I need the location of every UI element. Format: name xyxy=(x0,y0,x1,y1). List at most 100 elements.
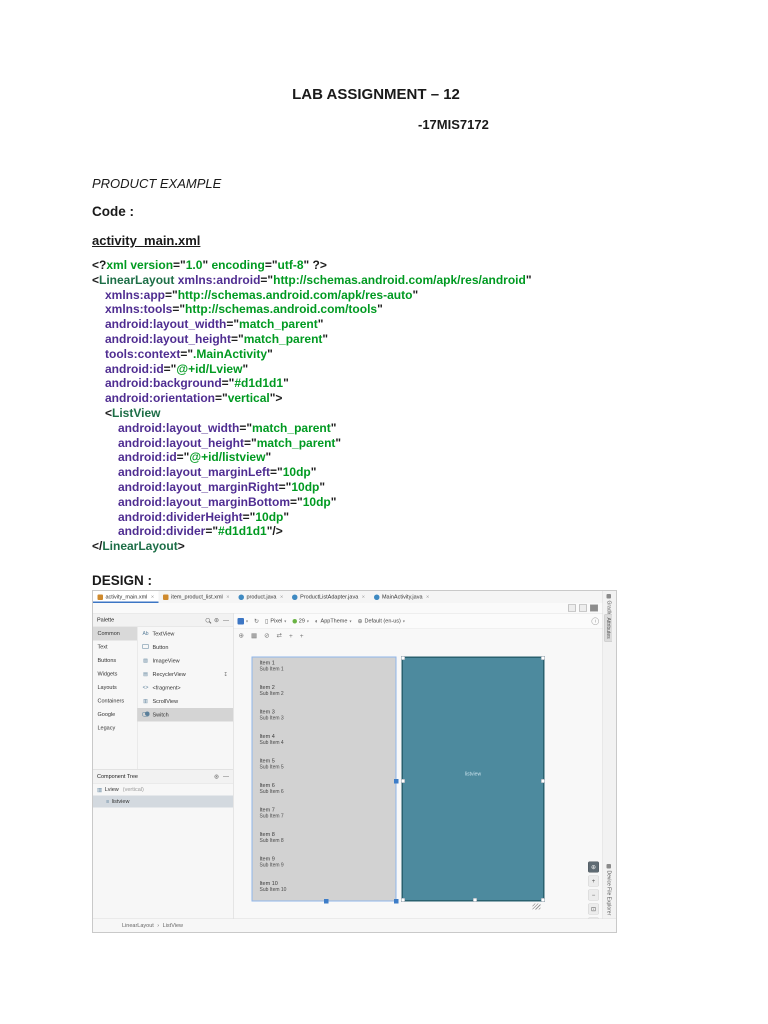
gear-icon[interactable]: ⊛ xyxy=(214,773,219,780)
palette-category-common[interactable]: Common xyxy=(93,627,137,641)
code-token: #d1d1d1 xyxy=(218,524,267,539)
close-tab-icon[interactable]: × xyxy=(426,594,429,600)
canvas-toolbar: ⊕ ▦ ⊘ ⇄ + + xyxy=(234,629,604,642)
locale-selector[interactable]: ⊕ Default (en-us) ▾ xyxy=(357,618,404,625)
autoconnect-off-icon[interactable]: ⊘ xyxy=(264,632,269,640)
close-tab-icon[interactable]: × xyxy=(362,594,365,600)
editor-tab[interactable]: MainActivity.java × xyxy=(369,591,433,603)
palette-items: Ab TextView Button ▨ ImageView ▤ RecyclerView ↧… xyxy=(137,627,234,769)
resize-handle[interactable] xyxy=(541,779,545,783)
default-margins-icon[interactable]: ⇄ xyxy=(277,632,282,640)
palette-item[interactable]: ▨ ImageView xyxy=(138,654,234,668)
code-line: </LinearLayout> xyxy=(92,539,532,554)
surface-resize-gripper[interactable] xyxy=(532,903,541,910)
list-item-title: Item 10 xyxy=(259,880,278,887)
list-item-preview: Item 3 Sub Item 3 xyxy=(253,707,396,732)
zoom-to-fit-icon[interactable]: ⊕ xyxy=(588,861,599,873)
component-tree-header: Component Tree ⊛ — xyxy=(93,770,233,784)
info-icon[interactable]: i xyxy=(591,617,599,625)
orientation-button[interactable]: ↻ xyxy=(254,618,259,625)
tool-window-attributes[interactable]: Attributes xyxy=(604,614,612,643)
design-view-preview[interactable]: Item 1 Sub Item 1 Item 2 Sub Item 2 Item 3 Su… xyxy=(251,656,399,904)
palette-category-widgets[interactable]: Widgets xyxy=(93,668,137,682)
design-surface-selector[interactable]: ▾ xyxy=(237,617,248,625)
minimize-icon[interactable]: — xyxy=(223,617,229,624)
tab-label: ProductListAdapter.java xyxy=(300,594,359,600)
download-icon: ↧ xyxy=(223,671,228,678)
palette-item[interactable]: ▤ RecyclerView ↧ xyxy=(138,668,234,682)
resize-handle[interactable] xyxy=(394,899,399,904)
gear-icon[interactable]: ⊛ xyxy=(214,617,219,624)
zoom-out-icon[interactable]: − xyxy=(588,889,599,901)
palette-category-buttons[interactable]: Buttons xyxy=(93,654,137,668)
resize-handle[interactable] xyxy=(401,898,405,902)
minimize-icon[interactable]: — xyxy=(223,773,229,780)
tab-label: activity_main.xml xyxy=(105,594,148,600)
device-selector[interactable]: ▯ Pixel ▾ xyxy=(265,618,286,625)
gradle-icon xyxy=(606,594,611,599)
palette-item[interactable]: Switch xyxy=(137,708,233,722)
section-heading: PRODUCT EXAMPLE xyxy=(92,176,222,191)
design-view-icon[interactable] xyxy=(590,604,598,612)
resize-handle[interactable] xyxy=(541,898,545,902)
editor-tab[interactable]: activity_main.xml × xyxy=(93,591,159,603)
palette-item[interactable]: <> <fragment> xyxy=(138,681,234,695)
search-icon[interactable] xyxy=(205,617,210,623)
code-line: android:layout_marginRight="10dp" xyxy=(118,480,532,495)
pan-horizontal-icon[interactable]: + xyxy=(289,632,293,640)
code-token: android:dividerHeight xyxy=(118,509,243,524)
palette-item[interactable]: Ab TextView xyxy=(138,627,234,641)
palette-category-text[interactable]: Text xyxy=(93,641,137,655)
code-token: match_parent xyxy=(243,331,323,346)
code-token: .MainActivity xyxy=(193,346,268,361)
tool-window-device-file-explorer[interactable]: Device File Explorer xyxy=(606,863,612,915)
code-token: =" xyxy=(205,524,219,539)
blueprint-view-preview[interactable]: listview xyxy=(401,656,545,902)
split-view-icon[interactable] xyxy=(579,604,587,612)
resize-handle[interactable] xyxy=(541,656,545,660)
editor-tab[interactable]: ProductListAdapter.java × xyxy=(288,591,370,603)
zoom-icon[interactable]: ⊕ xyxy=(239,632,244,640)
palette-category-legacy[interactable]: Legacy xyxy=(93,722,137,736)
component-tree-node[interactable]: ≡ listview xyxy=(93,795,233,808)
theme-label: AppTheme xyxy=(320,618,348,624)
code-token: "/> xyxy=(266,524,283,539)
code-token: " xyxy=(242,361,249,376)
resize-handle[interactable] xyxy=(401,779,405,783)
api-selector[interactable]: 29 ▾ xyxy=(292,618,309,624)
code-token: @+id/Lview xyxy=(176,361,243,376)
code-token: xmlns:tools xyxy=(105,302,173,317)
editor-tab[interactable]: item_product_list.xml × xyxy=(159,591,234,603)
tool-window-gradle[interactable]: Gradle xyxy=(606,594,612,616)
resize-handle[interactable] xyxy=(473,898,477,902)
resize-handle[interactable] xyxy=(394,779,399,784)
code-view-icon[interactable] xyxy=(568,604,576,612)
imageview-icon: ▨ xyxy=(143,658,148,664)
code-token: match_parent xyxy=(239,317,318,332)
view-options-icon[interactable]: ▦ xyxy=(251,632,257,640)
pan-vertical-icon[interactable]: + xyxy=(300,632,304,640)
component-tree-node[interactable]: ▥ Lview (vertical) xyxy=(93,784,233,796)
code-line: android:layout_marginLeft="10dp" xyxy=(118,465,532,480)
palette-category-google[interactable]: Google xyxy=(93,708,137,722)
switch-icon xyxy=(141,711,150,717)
zoom-in-icon[interactable]: + xyxy=(588,875,599,887)
breadcrumb-linearlayout[interactable]: LinearLayout xyxy=(122,923,154,929)
zoom-actual-icon[interactable]: ⊡ xyxy=(588,903,599,915)
close-tab-icon[interactable]: × xyxy=(226,594,229,600)
palette-category-layouts[interactable]: Layouts xyxy=(93,681,137,695)
palette-item[interactable]: Button xyxy=(138,641,234,655)
close-tab-icon[interactable]: × xyxy=(280,594,283,600)
breadcrumb-listview[interactable]: ListView xyxy=(163,923,183,929)
palette-item[interactable]: ▥ ScrollView xyxy=(138,695,234,709)
code-token: " xyxy=(330,494,337,509)
code-token: =" xyxy=(215,391,228,406)
code-token: vertical xyxy=(227,391,270,406)
close-tab-icon[interactable]: × xyxy=(151,594,154,600)
resize-handle[interactable] xyxy=(401,656,405,660)
editor-tab[interactable]: product.java × xyxy=(234,591,288,603)
palette-category-containers[interactable]: Containers xyxy=(93,695,137,709)
resize-handle[interactable] xyxy=(324,899,329,904)
list-item-subtitle: Sub Item 8 xyxy=(259,838,284,844)
theme-selector[interactable]: ◐ AppTheme ▾ xyxy=(315,618,352,625)
